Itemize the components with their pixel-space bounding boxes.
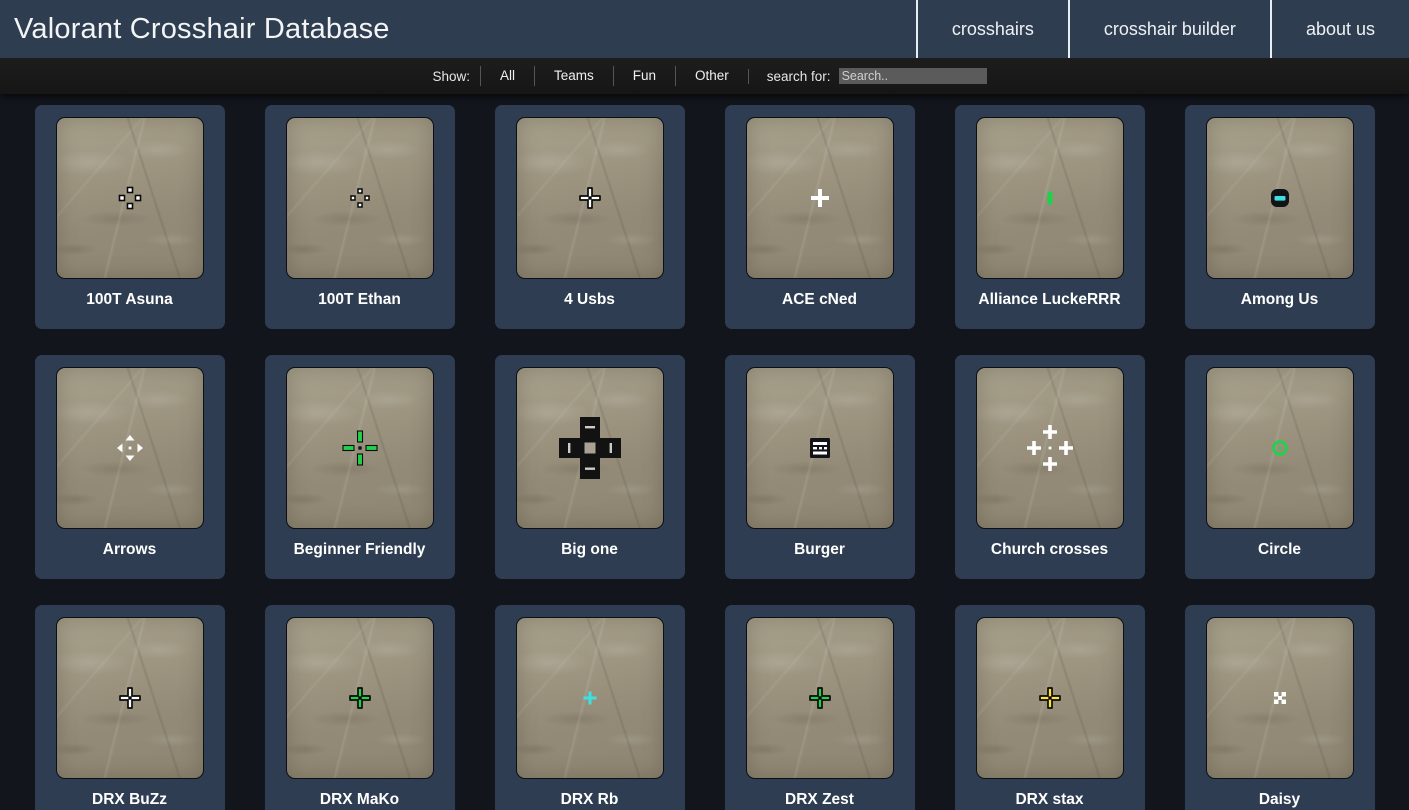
nav-about-us[interactable]: about us — [1270, 0, 1409, 58]
crosshair-preview — [56, 117, 204, 279]
crosshair-icon — [1046, 192, 1053, 205]
crosshair-preview — [56, 367, 204, 529]
crosshair-name: DRX Zest — [785, 792, 854, 808]
crosshair-icon — [559, 417, 621, 479]
show-label: Show: — [422, 69, 480, 84]
crosshair-icon — [120, 688, 140, 708]
crosshair-name: Big one — [561, 542, 618, 558]
crosshair-preview — [286, 367, 434, 529]
filter-teams[interactable]: Teams — [534, 66, 613, 86]
filter-other[interactable]: Other — [675, 66, 748, 86]
crosshair-card[interactable]: DRX Rb — [495, 605, 685, 810]
crosshair-preview — [1206, 617, 1354, 779]
crosshair-name: Circle — [1258, 542, 1301, 558]
crosshair-name: Daisy — [1259, 792, 1300, 808]
crosshair-card[interactable]: DRX BuZz — [35, 605, 225, 810]
crosshair-name: DRX MaKo — [320, 792, 399, 808]
filter-all[interactable]: All — [480, 66, 534, 86]
search-label: search for: — [748, 69, 839, 84]
crosshair-name: Among Us — [1241, 292, 1319, 308]
crosshair-name: Burger — [794, 542, 845, 558]
crosshair-card[interactable]: 100T Ethan — [265, 105, 455, 329]
crosshair-name: Church crosses — [991, 542, 1108, 558]
crosshair-card[interactable]: Alliance LuckeRRR — [955, 105, 1145, 329]
crosshair-name: 4 Usbs — [564, 292, 615, 308]
crosshair-name: 100T Ethan — [318, 292, 401, 308]
crosshair-icon — [343, 431, 377, 465]
filter-bar: Show: All Teams Fun Other search for: — [0, 58, 1409, 94]
nav-crosshairs[interactable]: crosshairs — [916, 0, 1068, 58]
crosshair-name: ACE cNed — [782, 292, 857, 308]
crosshair-card[interactable]: Beginner Friendly — [265, 355, 455, 579]
crosshair-preview — [286, 617, 434, 779]
crosshair-preview — [516, 117, 664, 279]
nav-crosshair-builder[interactable]: crosshair builder — [1068, 0, 1270, 58]
crosshair-card[interactable]: Church crosses — [955, 355, 1145, 579]
crosshair-preview — [976, 367, 1124, 529]
crosshair-preview — [516, 617, 664, 779]
crosshair-preview — [56, 617, 204, 779]
crosshair-icon — [810, 438, 830, 458]
filter-fun[interactable]: Fun — [613, 66, 675, 86]
crosshair-icon — [810, 188, 830, 208]
crosshair-icon — [1270, 188, 1290, 208]
crosshair-card[interactable]: DRX stax — [955, 605, 1145, 810]
crosshair-icon — [1026, 424, 1074, 472]
crosshair-preview — [976, 617, 1124, 779]
crosshair-icon — [1040, 688, 1060, 708]
main-navigation: crosshairs crosshair builder about us — [916, 0, 1409, 58]
crosshair-preview — [286, 117, 434, 279]
crosshair-preview — [746, 617, 894, 779]
filter-bar-inner: Show: All Teams Fun Other search for: — [422, 65, 986, 87]
crosshair-card[interactable]: DRX MaKo — [265, 605, 455, 810]
crosshair-preview — [746, 117, 894, 279]
crosshair-card[interactable]: Daisy — [1185, 605, 1375, 810]
crosshair-preview — [516, 367, 664, 529]
crosshair-card[interactable]: Circle — [1185, 355, 1375, 579]
crosshair-preview — [1206, 367, 1354, 529]
crosshair-grid: 100T Asuna 100T Ethan 4 Usbs ACE cNed Allian… — [0, 105, 1409, 810]
crosshair-icon — [117, 435, 143, 461]
crosshair-icon — [810, 688, 830, 708]
crosshair-name: 100T Asuna — [86, 292, 172, 308]
crosshair-grid-scroll[interactable]: 100T Asuna 100T Ethan 4 Usbs ACE cNed Allian… — [0, 94, 1409, 810]
crosshair-card[interactable]: Among Us — [1185, 105, 1375, 329]
app-root: Valorant Crosshair Database crosshairs c… — [0, 0, 1409, 810]
top-header-bar: Valorant Crosshair Database crosshairs c… — [0, 0, 1409, 58]
crosshair-preview — [976, 117, 1124, 279]
crosshair-name: Beginner Friendly — [294, 542, 426, 558]
crosshair-name: DRX Rb — [561, 792, 619, 808]
crosshair-icon — [350, 688, 370, 708]
crosshair-card[interactable]: Arrows — [35, 355, 225, 579]
crosshair-name: DRX stax — [1015, 792, 1083, 808]
crosshair-card[interactable]: 4 Usbs — [495, 105, 685, 329]
crosshair-card[interactable]: 100T Asuna — [35, 105, 225, 329]
crosshair-card[interactable]: Big one — [495, 355, 685, 579]
search-input[interactable] — [839, 68, 987, 84]
crosshair-icon — [580, 188, 600, 208]
crosshair-preview — [746, 367, 894, 529]
crosshair-icon — [119, 187, 141, 209]
crosshair-name: Arrows — [103, 542, 156, 558]
crosshair-name: Alliance LuckeRRR — [978, 292, 1120, 308]
crosshair-icon — [350, 189, 369, 208]
crosshair-preview — [1206, 117, 1354, 279]
crosshair-name: DRX BuZz — [92, 792, 167, 808]
crosshair-card[interactable]: ACE cNed — [725, 105, 915, 329]
crosshair-icon — [1273, 691, 1287, 705]
crosshair-icon — [582, 691, 597, 706]
crosshair-card[interactable]: DRX Zest — [725, 605, 915, 810]
crosshair-card[interactable]: Burger — [725, 355, 915, 579]
page-title: Valorant Crosshair Database — [0, 0, 390, 58]
crosshair-icon — [1272, 440, 1288, 456]
